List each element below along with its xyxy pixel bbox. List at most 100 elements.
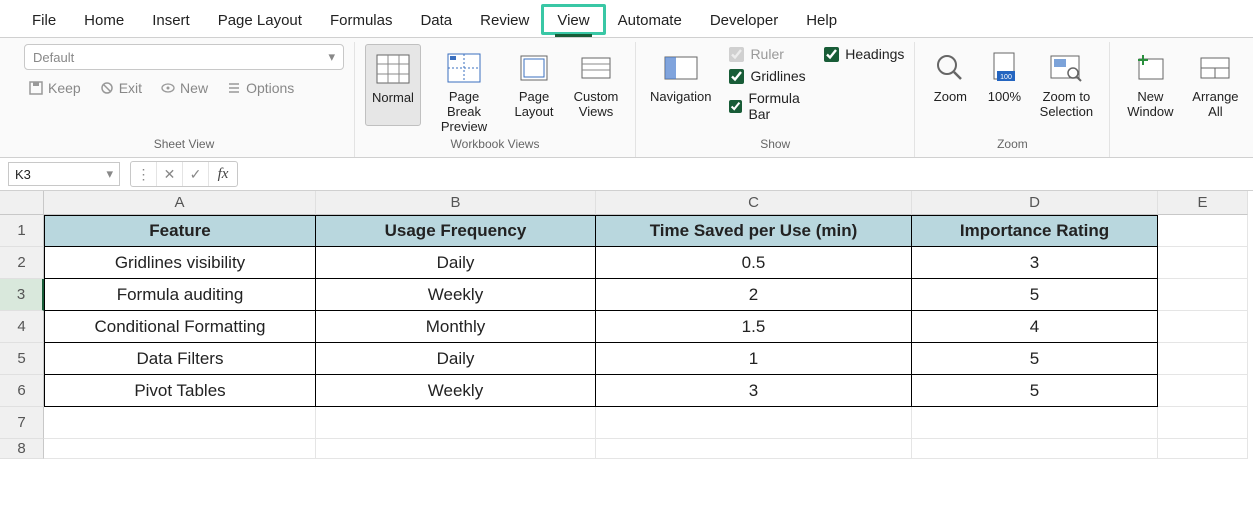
cell-d3[interactable]: 5 [912, 279, 1158, 311]
ruler-checkbox[interactable]: Ruler [729, 46, 810, 62]
tab-view[interactable]: View [543, 6, 603, 37]
cell-a7[interactable] [44, 407, 316, 439]
tab-data[interactable]: Data [406, 6, 466, 37]
row-header-7[interactable]: 7 [0, 407, 44, 439]
row-header-6[interactable]: 6 [0, 375, 44, 407]
confirm-icon[interactable]: ✓ [183, 162, 209, 186]
normal-view-button[interactable]: Normal [365, 44, 421, 126]
col-header-c[interactable]: C [596, 191, 912, 215]
formula-bar-checkbox[interactable]: Formula Bar [729, 90, 810, 122]
zoom-100-button[interactable]: 100 100% [981, 44, 1027, 124]
cell-e7[interactable] [1158, 407, 1248, 439]
col-header-d[interactable]: D [912, 191, 1158, 215]
exit-button[interactable]: Exit [95, 78, 146, 98]
cell-a5[interactable]: Data Filters [44, 343, 316, 375]
cell-b8[interactable] [316, 439, 596, 459]
cell-e1[interactable] [1158, 215, 1248, 247]
name-box[interactable]: K3 ▾ [8, 162, 120, 186]
row-header-1[interactable]: 1 [0, 215, 44, 247]
tab-formulas[interactable]: Formulas [316, 6, 407, 37]
page-layout-button[interactable]: Page Layout [507, 44, 561, 124]
cell-c3[interactable]: 2 [596, 279, 912, 311]
row-header-3[interactable]: 3 [0, 279, 44, 311]
page-break-preview-button[interactable]: Page Break Preview [427, 44, 501, 135]
sheet-view-dropdown[interactable]: Default ▾ [24, 44, 344, 70]
headings-checkbox-input[interactable] [824, 47, 839, 62]
cell-a4[interactable]: Conditional Formatting [44, 311, 316, 343]
cell-e2[interactable] [1158, 247, 1248, 279]
cell-e5[interactable] [1158, 343, 1248, 375]
cell-b4[interactable]: Monthly [316, 311, 596, 343]
zoom-selection-icon [1046, 48, 1086, 88]
col-header-b[interactable]: B [316, 191, 596, 215]
ruler-checkbox-input[interactable] [729, 47, 744, 62]
cell-a1[interactable]: Feature [44, 215, 316, 247]
cell-d6[interactable]: 5 [912, 375, 1158, 407]
cell-b3[interactable]: Weekly [316, 279, 596, 311]
cell-c4[interactable]: 1.5 [596, 311, 912, 343]
cell-b2[interactable]: Daily [316, 247, 596, 279]
cell-d5[interactable]: 5 [912, 343, 1158, 375]
gridlines-checkbox[interactable]: Gridlines [729, 68, 810, 84]
keep-button[interactable]: Keep [24, 78, 85, 98]
cell-b6[interactable]: Weekly [316, 375, 596, 407]
custom-views-button[interactable]: Custom Views [567, 44, 625, 124]
navigation-icon [661, 48, 701, 88]
fx-icon[interactable]: fx [209, 162, 237, 186]
zoom-to-selection-button[interactable]: Zoom to Selection [1033, 44, 1099, 124]
cell-d4[interactable]: 4 [912, 311, 1158, 343]
formula-bar-checkbox-input[interactable] [729, 99, 742, 114]
tab-help[interactable]: Help [792, 6, 851, 37]
new-button[interactable]: New [156, 78, 212, 98]
tab-automate[interactable]: Automate [604, 6, 696, 37]
cell-c6[interactable]: 3 [596, 375, 912, 407]
cell-c2[interactable]: 0.5 [596, 247, 912, 279]
cell-d8[interactable] [912, 439, 1158, 459]
cell-d7[interactable] [912, 407, 1158, 439]
cell-e4[interactable] [1158, 311, 1248, 343]
custom-views-icon [576, 48, 616, 88]
row-header-5[interactable]: 5 [0, 343, 44, 375]
tab-insert[interactable]: Insert [138, 6, 204, 37]
cell-c8[interactable] [596, 439, 912, 459]
tab-home[interactable]: Home [70, 6, 138, 37]
gridlines-checkbox-input[interactable] [729, 69, 744, 84]
new-window-button[interactable]: New Window [1120, 44, 1180, 124]
cell-b1[interactable]: Usage Frequency [316, 215, 596, 247]
cell-b5[interactable]: Daily [316, 343, 596, 375]
cell-c1[interactable]: Time Saved per Use (min) [596, 215, 912, 247]
options-button[interactable]: Options [222, 78, 298, 98]
cell-b7[interactable] [316, 407, 596, 439]
group-show: Navigation Ruler Gridlines Formula Bar H… [636, 42, 915, 157]
headings-checkbox[interactable]: Headings [824, 46, 904, 62]
tab-file[interactable]: File [18, 6, 70, 37]
cell-c5[interactable]: 1 [596, 343, 912, 375]
col-header-e[interactable]: E [1158, 191, 1248, 215]
cell-e3[interactable] [1158, 279, 1248, 311]
row-header-4[interactable]: 4 [0, 311, 44, 343]
exit-icon [99, 80, 115, 96]
cancel-icon[interactable]: ✕ [157, 162, 183, 186]
cell-e8[interactable] [1158, 439, 1248, 459]
select-all-corner[interactable] [0, 191, 44, 215]
cell-d1[interactable]: Importance Rating [912, 215, 1158, 247]
cell-a6[interactable]: Pivot Tables [44, 375, 316, 407]
cell-c7[interactable] [596, 407, 912, 439]
ribbon: Default ▾ Keep Exit [0, 38, 1253, 158]
dropdown-more-icon[interactable]: ⋮ [131, 162, 157, 186]
cell-a3[interactable]: Formula auditing [44, 279, 316, 311]
row-header-8[interactable]: 8 [0, 439, 44, 459]
zoom-button[interactable]: Zoom [925, 44, 975, 124]
tab-developer[interactable]: Developer [696, 6, 792, 37]
row-header-2[interactable]: 2 [0, 247, 44, 279]
cell-a2[interactable]: Gridlines visibility [44, 247, 316, 279]
navigation-button[interactable]: Navigation [646, 44, 715, 124]
cell-d2[interactable]: 3 [912, 247, 1158, 279]
formula-input[interactable] [242, 162, 1245, 186]
tab-page-layout[interactable]: Page Layout [204, 6, 316, 37]
col-header-a[interactable]: A [44, 191, 316, 215]
cell-a8[interactable] [44, 439, 316, 459]
tab-review[interactable]: Review [466, 6, 543, 37]
cell-e6[interactable] [1158, 375, 1248, 407]
arrange-all-button[interactable]: Arrange All [1186, 44, 1244, 124]
